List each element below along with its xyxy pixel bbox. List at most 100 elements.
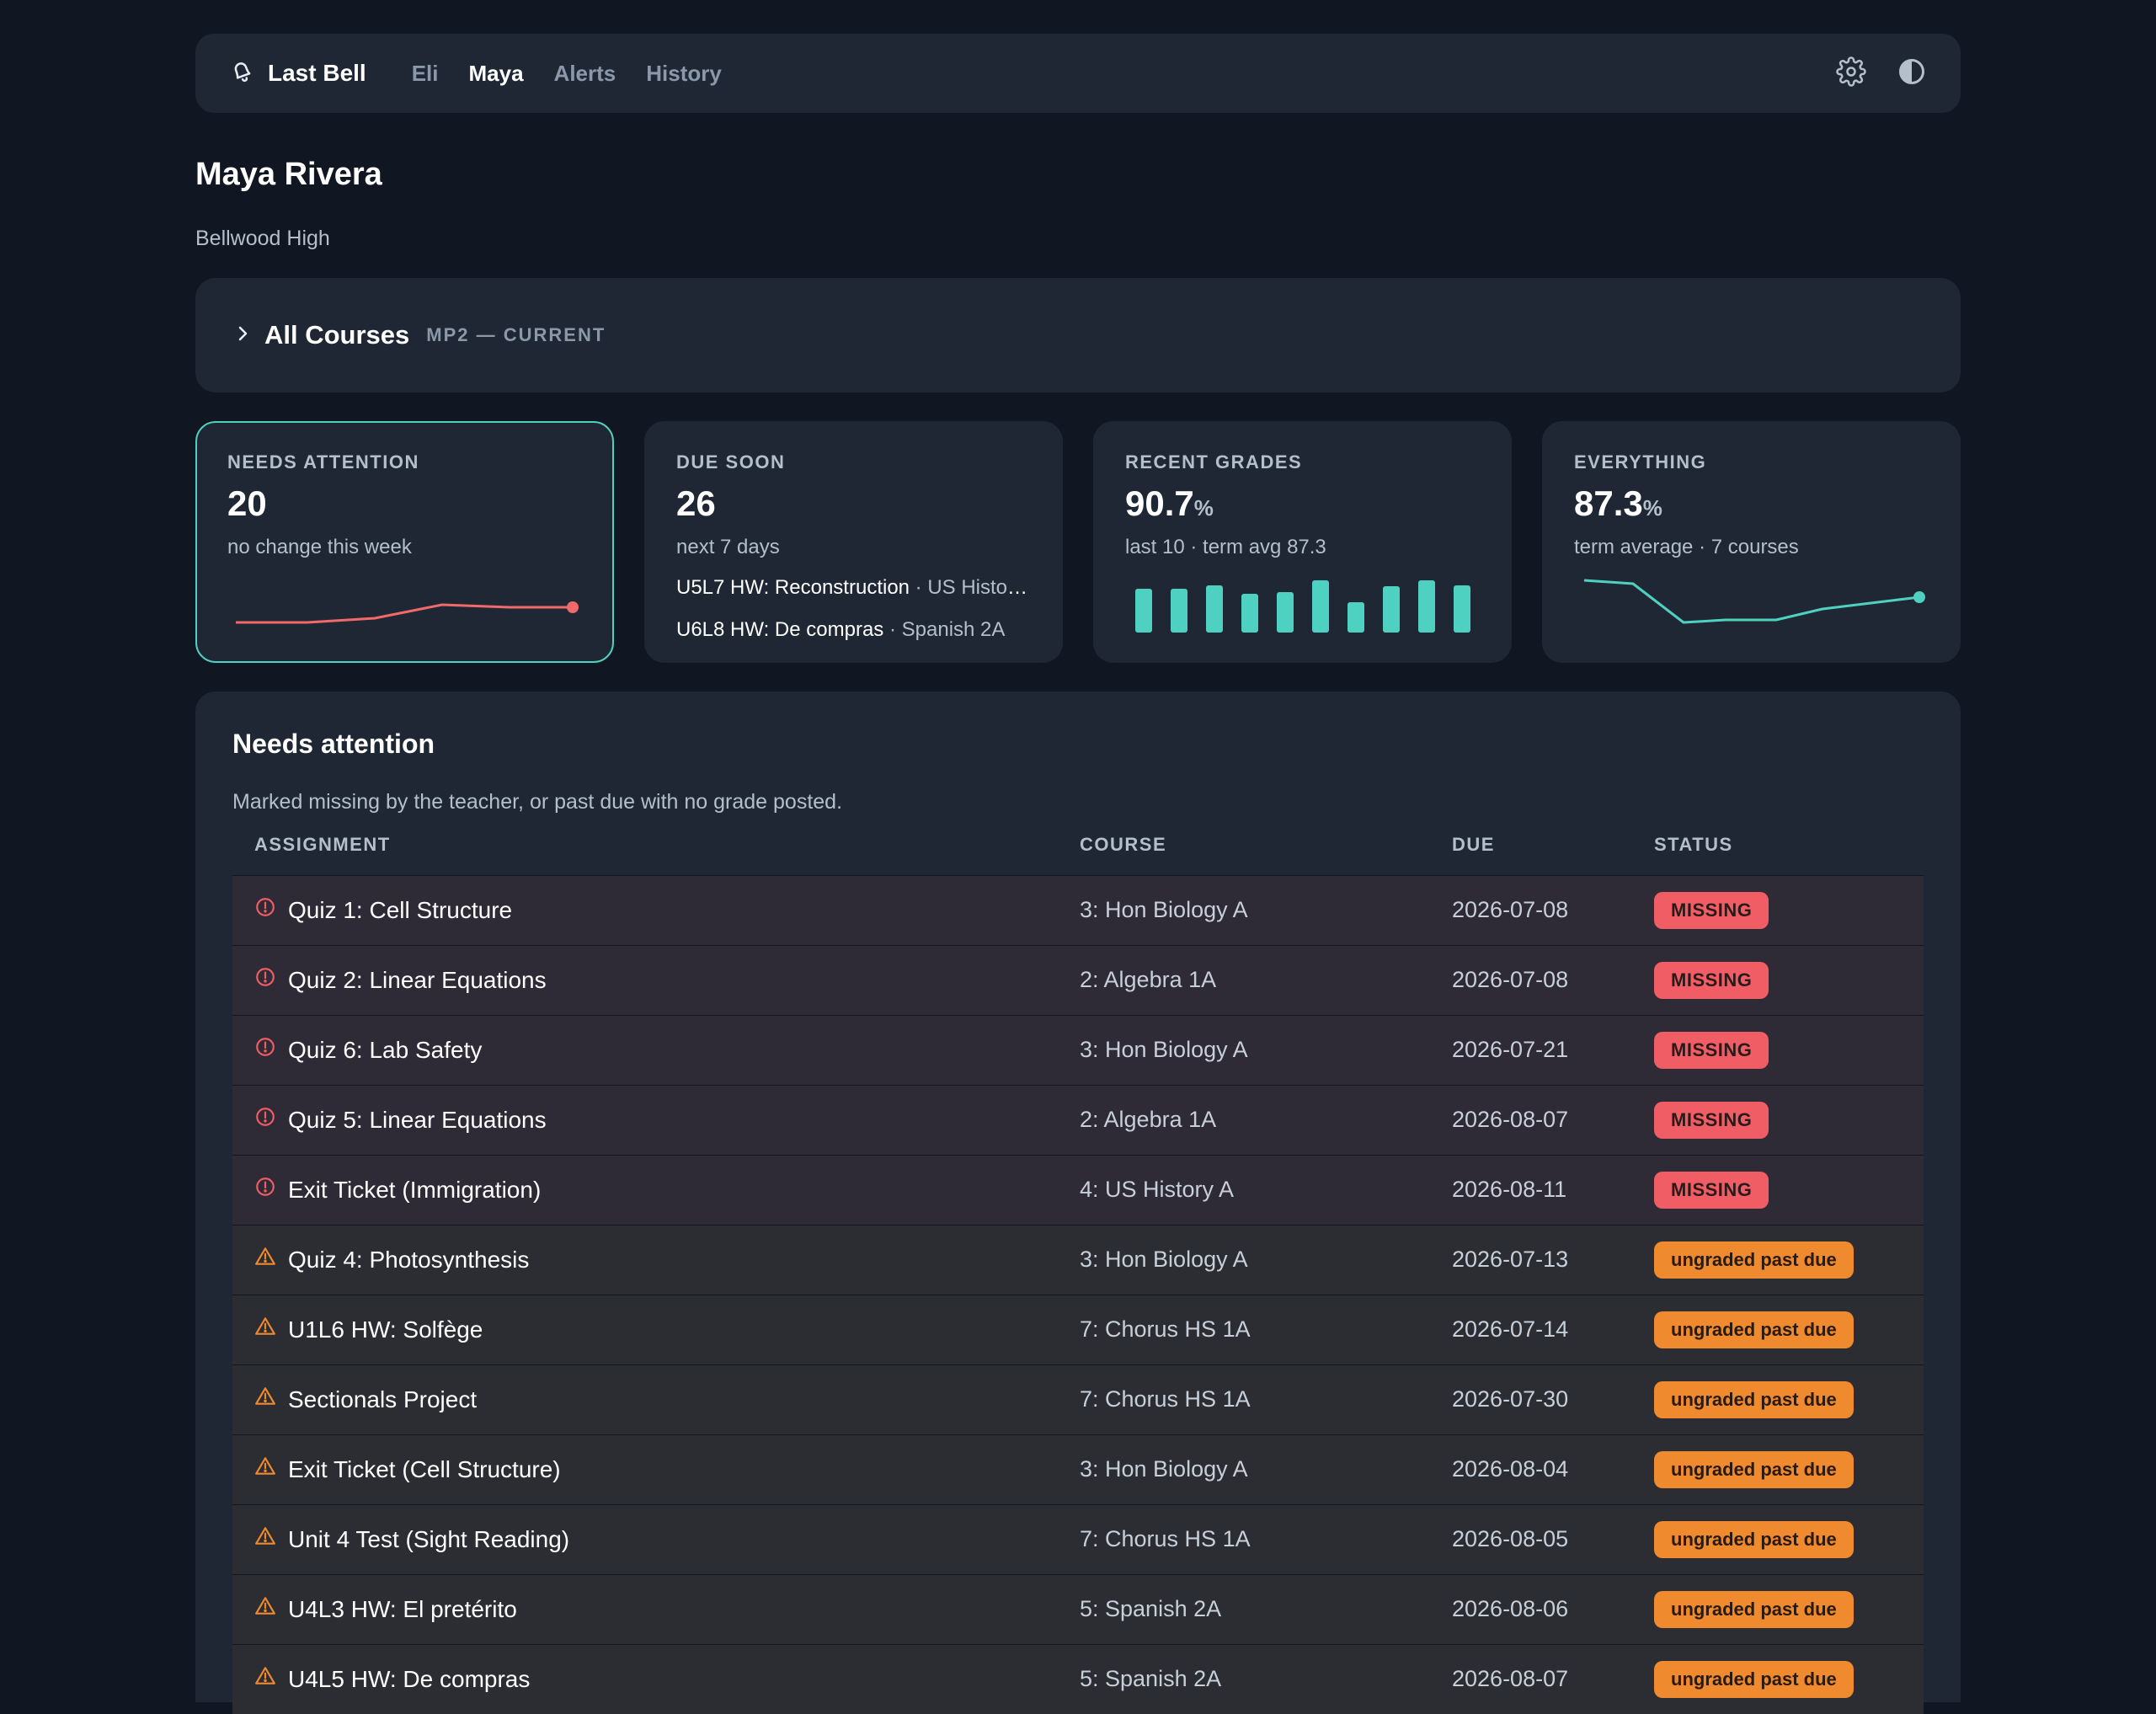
needs-attention-table: ASSIGNMENT COURSE DUE STATUS Quiz 1: Cel… <box>232 833 1924 1714</box>
card-value: 26 <box>676 483 716 523</box>
alert-circle-icon <box>254 1106 276 1134</box>
due-cell: 2026-07-30 <box>1452 1364 1654 1434</box>
table-row[interactable]: Quiz 6: Lab Safety 3: Hon Biology A 2026-0… <box>232 1014 1924 1085</box>
due-cell: 2026-08-07 <box>1452 1643 1654 1714</box>
status-cell: ungraded past due <box>1654 1573 1924 1644</box>
nav-link-history[interactable]: History <box>646 61 722 87</box>
column-header[interactable]: DUE <box>1452 833 1654 875</box>
status-cell: ungraded past due <box>1654 1643 1924 1714</box>
nav-link-eli[interactable]: Eli <box>412 61 439 87</box>
assignment-title[interactable]: Sectionals Project <box>288 1386 477 1413</box>
assignment-title[interactable]: Unit 4 Test (Sight Reading) <box>288 1526 569 1553</box>
assignment-title[interactable]: Quiz 6: Lab Safety <box>288 1037 482 1064</box>
table-row[interactable]: Quiz 2: Linear Equations 2: Algebra 1A 202… <box>232 944 1924 1015</box>
status-badge: ungraded past due <box>1654 1311 1854 1348</box>
assignment-cell: U4L3 HW: El pretérito <box>232 1573 1080 1644</box>
card-subtitle: next 7 days <box>676 536 780 558</box>
assignment-title[interactable]: U4L3 HW: El pretérito <box>288 1596 517 1623</box>
column-header[interactable]: ASSIGNMENT <box>232 833 1080 875</box>
status-badge: MISSING <box>1654 1101 1769 1139</box>
due-cell: 2026-07-21 <box>1452 1014 1654 1085</box>
card-subtitle: term average · 7 courses <box>1574 536 1799 558</box>
warning-triangle-icon <box>254 1595 276 1623</box>
due-soon-item[interactable]: U5L7 HW: Reconstruction · US History A <box>676 576 1030 600</box>
warning-triangle-icon <box>254 1386 276 1413</box>
student-name: Maya Rivera <box>195 157 382 192</box>
status-badge: ungraded past due <box>1654 1590 1854 1628</box>
due-cell: 2026-08-11 <box>1452 1154 1654 1225</box>
course-cell: 3: Hon Biology A <box>1080 874 1452 945</box>
all-courses-toggle[interactable]: All Courses MP2 — CURRENT <box>195 278 1961 392</box>
table-row[interactable]: Exit Ticket (Cell Structure) 3: Hon Biolo… <box>232 1434 1924 1504</box>
status-cell: ungraded past due <box>1654 1503 1924 1574</box>
contrast-icon[interactable] <box>1897 56 1927 91</box>
nav-link-alerts[interactable]: Alerts <box>554 61 616 87</box>
needs-attention-sparkline <box>236 601 579 624</box>
due-cell: 2026-08-05 <box>1452 1503 1654 1574</box>
assignment-title[interactable]: Exit Ticket (Immigration) <box>288 1177 541 1204</box>
assignment-title[interactable]: Exit Ticket (Cell Structure) <box>288 1456 561 1483</box>
card-subtitle: last 10 · term avg 87.3 <box>1125 536 1326 558</box>
panel-description: Marked missing by the teacher, or past d… <box>232 790 843 814</box>
alert-circle-icon <box>254 1176 276 1204</box>
table-row[interactable]: Sectionals Project 7: Chorus HS 1A 2026-07… <box>232 1364 1924 1434</box>
assignment-title[interactable]: Quiz 2: Linear Equations <box>288 967 547 994</box>
column-header[interactable]: COURSE <box>1080 833 1452 875</box>
status-cell: MISSING <box>1654 944 1924 1015</box>
course-cell: 7: Chorus HS 1A <box>1080 1364 1452 1434</box>
assignment-title[interactable]: Quiz 4: Photosynthesis <box>288 1247 529 1273</box>
brand[interactable]: Last Bell <box>229 58 366 89</box>
course-cell: 3: Hon Biology A <box>1080 1224 1452 1295</box>
marking-period: MP2 — CURRENT <box>426 324 606 345</box>
warning-triangle-icon <box>254 1665 276 1693</box>
warning-triangle-icon <box>254 1246 276 1273</box>
status-cell: MISSING <box>1654 1014 1924 1085</box>
alert-circle-icon <box>254 966 276 994</box>
card-due-soon[interactable]: DUE SOON 26 next 7 days U5L7 HW: Reconst… <box>644 421 1063 663</box>
due-soon-item[interactable]: U6L8 HW: De compras · Spanish 2A <box>676 618 1030 642</box>
assignment-cell: Quiz 4: Photosynthesis <box>232 1224 1080 1295</box>
nav-link-maya[interactable]: Maya <box>469 61 524 87</box>
table-row[interactable]: Quiz 4: Photosynthesis 3: Hon Biology A 20… <box>232 1224 1924 1295</box>
status-cell: ungraded past due <box>1654 1294 1924 1364</box>
gear-icon[interactable] <box>1836 56 1866 91</box>
card-needs-attention[interactable]: NEEDS ATTENTION 20 no change this week <box>195 421 614 663</box>
warning-triangle-icon <box>254 1316 276 1343</box>
table-row[interactable]: Quiz 5: Linear Equations 2: Algebra 1A 202… <box>232 1084 1924 1155</box>
assignment-cell: Unit 4 Test (Sight Reading) <box>232 1503 1080 1574</box>
bell-icon <box>229 58 254 89</box>
assignment-title[interactable]: Quiz 1: Cell Structure <box>288 897 512 924</box>
status-badge: MISSING <box>1654 1171 1769 1209</box>
card-label: EVERYTHING <box>1574 451 1707 473</box>
assignment-title[interactable]: U4L5 HW: De compras <box>288 1666 530 1693</box>
table-row[interactable]: U1L6 HW: Solfège 7: Chorus HS 1A 2026-07-1… <box>232 1294 1924 1364</box>
card-everything[interactable]: EVERYTHING 87.3% term average · 7 course… <box>1542 421 1961 663</box>
table-header: ASSIGNMENT COURSE DUE STATUS <box>232 833 1924 875</box>
school-name: Bellwood High <box>195 227 330 250</box>
panel-title: Needs attention <box>232 729 435 759</box>
table-row[interactable]: U4L3 HW: El pretérito 5: Spanish 2A 2026-0… <box>232 1573 1924 1644</box>
card-recent-grades[interactable]: RECENT GRADES 90.7% last 10 · term avg 8… <box>1093 421 1512 663</box>
course-cell: 3: Hon Biology A <box>1080 1434 1452 1504</box>
status-cell: ungraded past due <box>1654 1224 1924 1295</box>
due-cell: 2026-07-08 <box>1452 944 1654 1015</box>
table-row[interactable]: Quiz 1: Cell Structure 3: Hon Biology A 20… <box>232 874 1924 945</box>
column-header[interactable]: STATUS <box>1654 833 1924 875</box>
table-row[interactable]: Unit 4 Test (Sight Reading) 7: Chorus HS … <box>232 1503 1924 1574</box>
status-badge: MISSING <box>1654 891 1769 929</box>
table-row[interactable]: U4L5 HW: De compras 5: Spanish 2A 2026-08-… <box>232 1643 1924 1714</box>
table-row[interactable]: Exit Ticket (Immigration) 4: US History A… <box>232 1154 1924 1225</box>
warning-triangle-icon <box>254 1525 276 1553</box>
assignment-cell: Quiz 6: Lab Safety <box>232 1014 1080 1085</box>
due-cell: 2026-07-08 <box>1452 874 1654 945</box>
course-cell: 5: Spanish 2A <box>1080 1643 1452 1714</box>
assignment-title[interactable]: U1L6 HW: Solfège <box>288 1316 483 1343</box>
card-label: NEEDS ATTENTION <box>227 451 419 473</box>
status-badge: ungraded past due <box>1654 1450 1854 1488</box>
assignment-title[interactable]: Quiz 5: Linear Equations <box>288 1107 547 1134</box>
alert-circle-icon <box>254 896 276 924</box>
status-badge: ungraded past due <box>1654 1520 1854 1558</box>
warning-triangle-icon <box>254 1455 276 1483</box>
card-value: 90.7% <box>1125 483 1214 523</box>
nav-actions <box>1836 56 1927 91</box>
